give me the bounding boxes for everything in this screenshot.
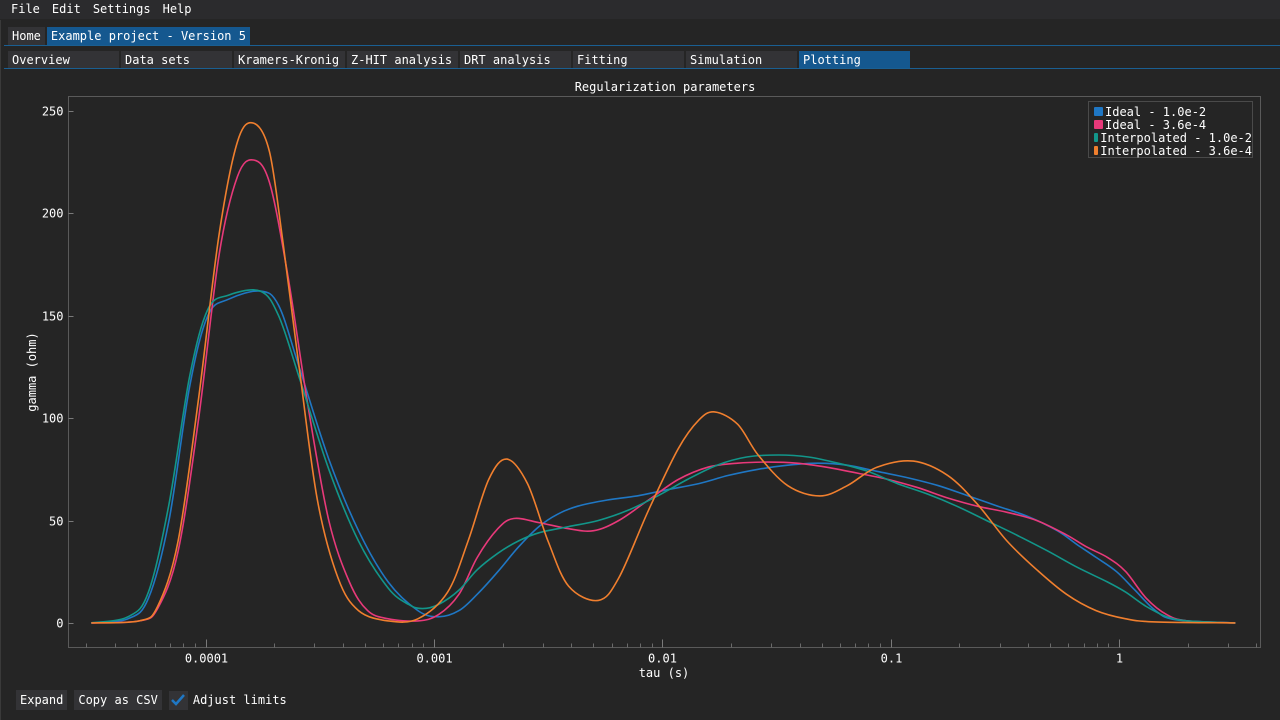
x-axis: 0.0001 0.001 0.01 0.1 1	[86, 639, 1257, 666]
x-axis-label: tau (s)	[639, 666, 690, 680]
adjust-limits-checkbox[interactable]	[168, 690, 188, 710]
copy-csv-button[interactable]: Copy as CSV	[74, 690, 162, 710]
y-tick-label: 200	[42, 207, 64, 221]
checkmark-icon	[171, 694, 186, 706]
legend-swatch-interp-1e-2	[1094, 133, 1099, 142]
y-tick-label: 50	[49, 515, 63, 529]
legend-item[interactable]: Interpolated - 3.6e-4	[1094, 143, 1252, 158]
legend: Ideal - 1.0e-2 Ideal - 3.6e-4 Interpolat…	[1088, 101, 1253, 158]
x-tick-label: 0.01	[648, 652, 677, 666]
x-tick-label: 0.001	[416, 652, 452, 666]
legend-label: Interpolated - 3.6e-4	[1100, 143, 1252, 158]
series-line-1	[91, 158, 1236, 624]
series-line-3	[91, 121, 1236, 624]
legend-swatch-ideal-3.6e-4	[1094, 120, 1103, 129]
series-line-0	[91, 290, 1236, 624]
y-axis-label: gamma (ohm)	[25, 332, 39, 411]
legend-label: Ideal - 1.0e-2	[1105, 104, 1207, 119]
y-tick-label: 0	[56, 617, 63, 631]
y-tick-label: 150	[42, 310, 64, 324]
legend-item[interactable]: Ideal - 3.6e-4	[1094, 117, 1252, 132]
x-tick-label: 0.0001	[185, 652, 228, 666]
x-tick-label: 0.1	[881, 652, 903, 666]
y-tick-label: 250	[42, 105, 64, 119]
series-line-2	[91, 289, 1236, 624]
legend-label: Ideal - 3.6e-4	[1105, 117, 1207, 132]
plot-controls: Expand Copy as CSV Adjust limits	[16, 690, 287, 710]
x-tick-label: 1	[1116, 652, 1123, 666]
legend-label: Interpolated - 1.0e-2	[1100, 130, 1252, 145]
series-group	[91, 121, 1236, 624]
legend-swatch-interp-3.6e-4	[1094, 146, 1099, 155]
legend-item[interactable]: Ideal - 1.0e-2	[1094, 104, 1252, 119]
adjust-limits-label: Adjust limits	[192, 693, 287, 707]
legend-swatch-ideal-1e-2	[1094, 107, 1103, 116]
expand-button[interactable]: Expand	[16, 690, 68, 710]
legend-item[interactable]: Interpolated - 1.0e-2	[1094, 130, 1252, 145]
plot-frame	[68, 96, 1261, 648]
y-tick-label: 100	[42, 412, 64, 426]
